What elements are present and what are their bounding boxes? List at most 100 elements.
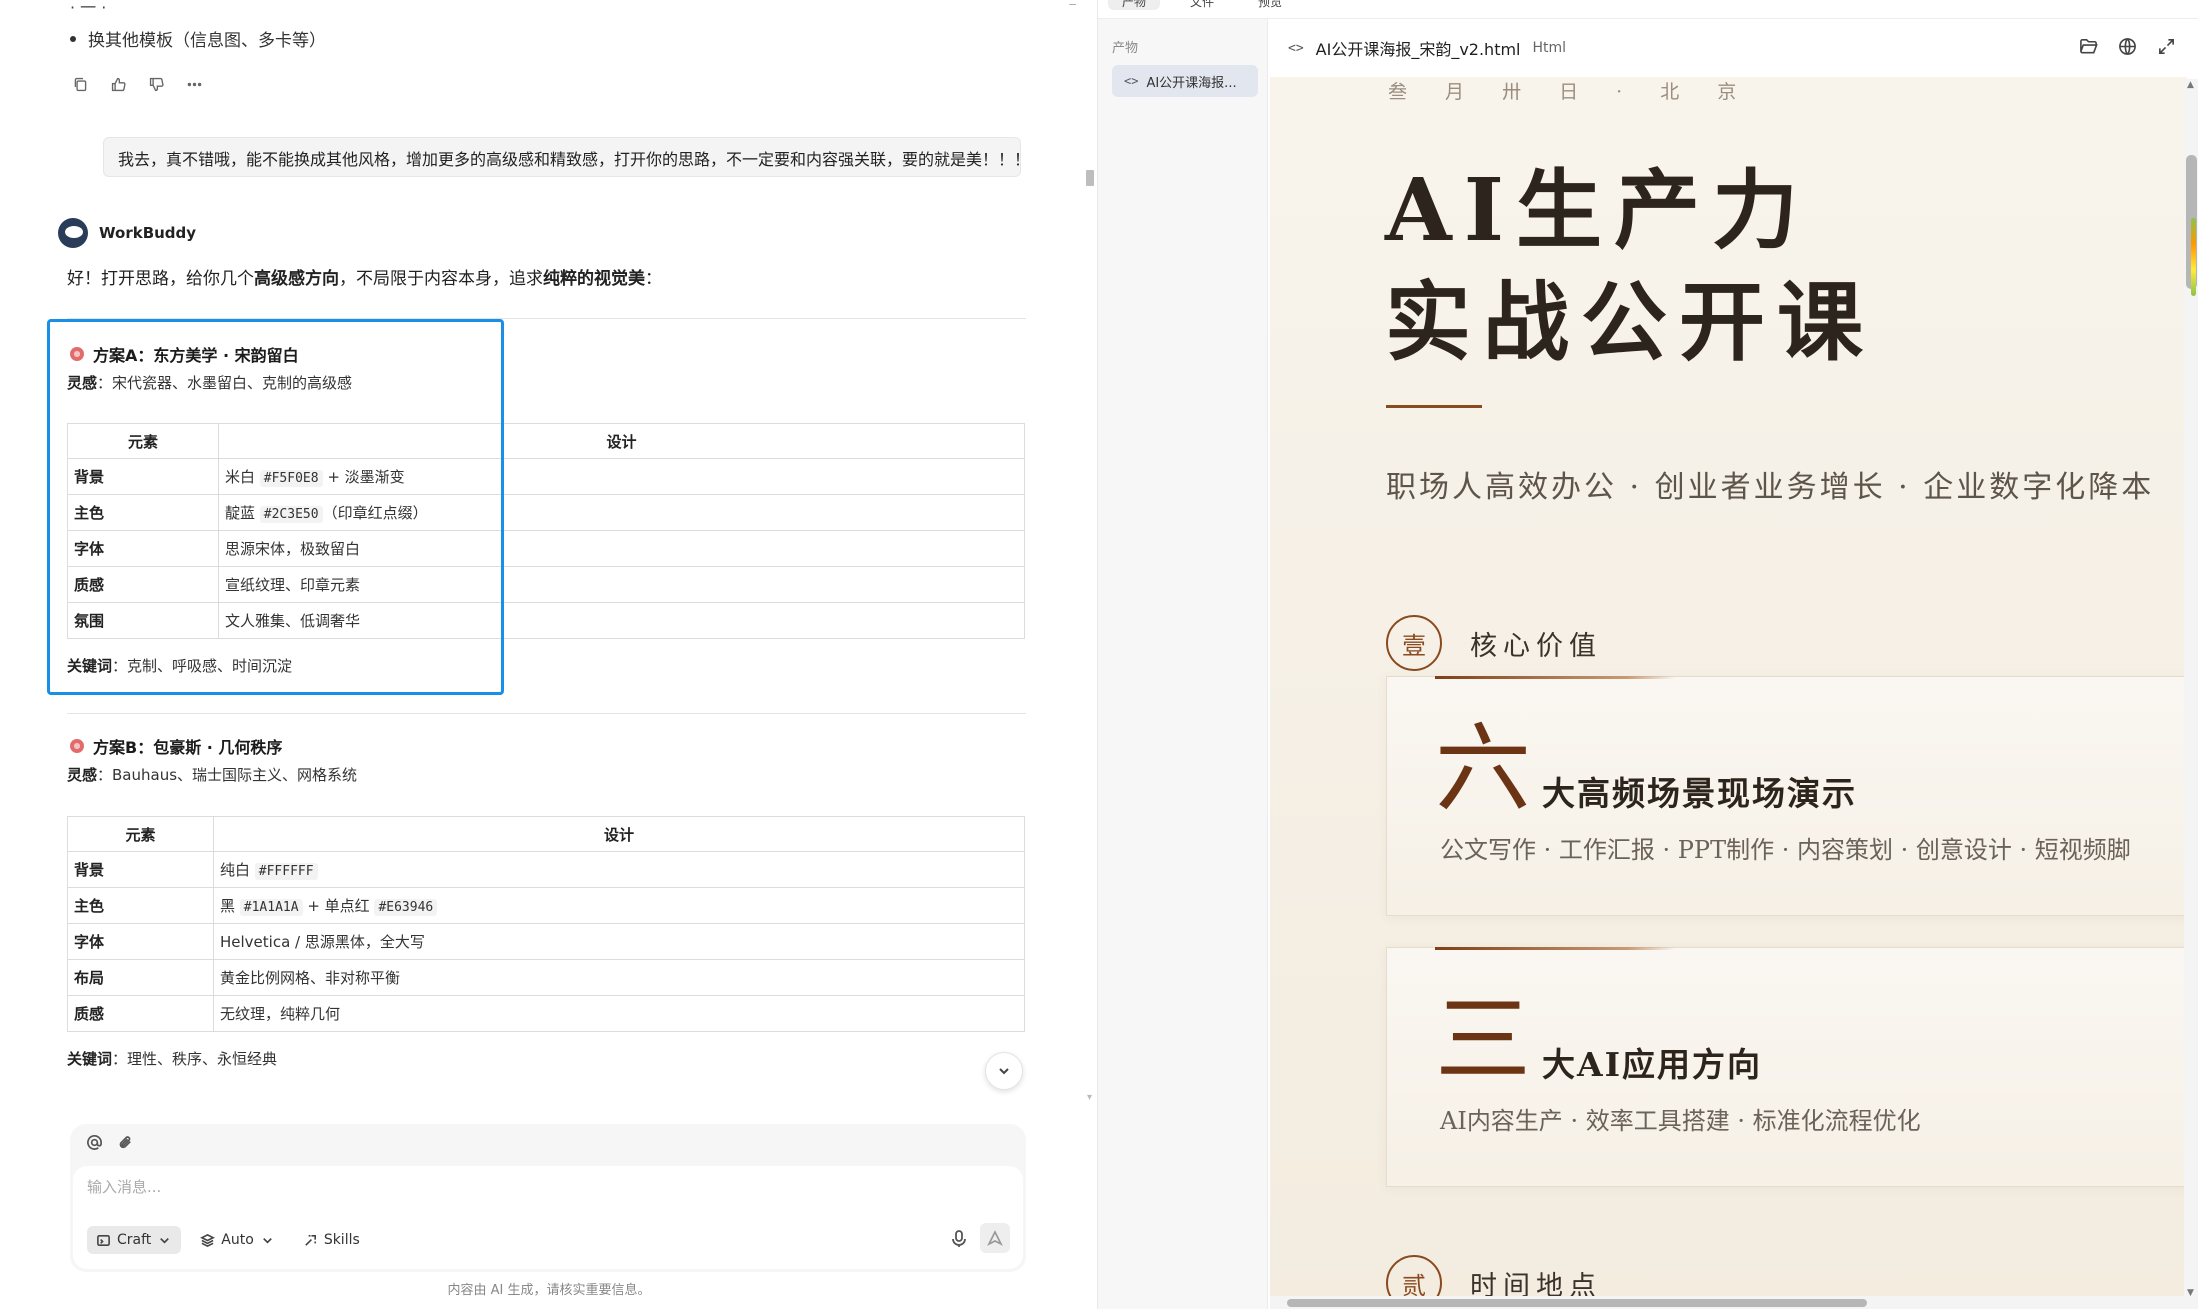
color-code: #2C3E50 [259, 506, 323, 523]
poster-title: AI生产力 实战公开课 [1385, 155, 1875, 379]
scroll-to-bottom-button[interactable] [985, 1052, 1023, 1090]
tab-artifacts[interactable]: 产物 [1108, 0, 1161, 10]
bot-name: WorkBuddy [99, 224, 197, 242]
table-cell-value: 靛蓝 #2C3E50 （印章红点缀） [218, 494, 1025, 531]
craft-mode-dropdown[interactable]: Craft [87, 1226, 182, 1254]
bot-header: WorkBuddy [58, 218, 196, 248]
chat-panel: · 一 · 换其他模板（信息图、多卡等） 我去，真不错哦，能不能换成其他风格，增… [0, 0, 1098, 1309]
keywords-text: ：理性、秩序、永恒经典 [112, 1050, 278, 1068]
attach-icon[interactable] [117, 1134, 134, 1151]
thumbs-down-icon[interactable] [146, 74, 166, 94]
poster-preview: 叁 月 卅 日 · 北 京 AI生产力 实战公开课 职场人高效办公 · 创业者业… [1270, 77, 2187, 1309]
scroll-up-arrow[interactable]: − [1068, 0, 1077, 11]
composer: Craft Auto Skills [70, 1124, 1026, 1272]
poster-date: 叁 月 卅 日 · 北 京 [1388, 81, 1753, 103]
composer-tools: Craft Auto Skills [87, 1226, 369, 1254]
composer-box: Craft Auto Skills [73, 1166, 1023, 1269]
sidebar-label: 产物 [1112, 41, 1139, 56]
mention-icon[interactable] [86, 1134, 103, 1151]
message-input[interactable] [87, 1178, 887, 1196]
poster-title-line-2: 实战公开课 [1385, 272, 1875, 373]
inspiration-label: 灵感 [67, 374, 98, 392]
card-title: 大AI应用方向 [1542, 1045, 1763, 1084]
scroll-down-arrow[interactable]: ▼ [2187, 1288, 2194, 1298]
poster-title-line-1: AI生产力 [1385, 160, 1810, 261]
section-number: 壹 [1386, 615, 1442, 671]
chevron-down-icon [999, 1068, 1009, 1075]
color-code: #FFFFFF [254, 863, 318, 880]
folder-open-icon[interactable] [2079, 37, 2098, 56]
globe-icon[interactable] [2118, 37, 2137, 56]
divider [67, 318, 1026, 319]
sidebar-item-poster[interactable]: <> AI公开课海报... [1112, 65, 1258, 97]
table-header-row: 元素 设计 [67, 816, 1025, 852]
avatar [58, 218, 88, 248]
table-cell-value: 纯白 #FFFFFF [213, 851, 1025, 888]
send-button[interactable] [980, 1223, 1010, 1253]
table-cell-key: 布局 [67, 959, 214, 996]
scroll-up-arrow[interactable]: ▲ [2187, 80, 2194, 90]
color-code: #E63946 [374, 899, 438, 916]
table-cell-key: 主色 [67, 494, 219, 531]
cell-text: 靛蓝 [225, 504, 260, 522]
table-row: 字体 思源宋体，极致留白 [67, 530, 1025, 567]
intro-text: ： [645, 269, 662, 289]
inspiration-label: 灵感 [67, 766, 98, 784]
scroll-down-arrow[interactable]: ▾ [1087, 1092, 1092, 1103]
cell-text: + 单点红 [302, 897, 375, 915]
tab-preview[interactable]: 预览 [1244, 0, 1296, 10]
plan-a-title: 方案A：东方美学 · 宋韵留白 [70, 342, 299, 366]
card-big-number: 六 [1435, 713, 1531, 825]
more-icon[interactable] [184, 74, 204, 94]
table-cell-value: 宣纸纹理、印章元素 [218, 566, 1025, 603]
skills-label: Skills [323, 1232, 360, 1248]
card-description: 公文写作 · 工作汇报 · PPT制作 · 内容策划 · 创意设计 · 短视频脚 [1440, 836, 2131, 864]
table-row: 质感 宣纸纹理、印章元素 [67, 566, 1025, 603]
color-code: #1A1A1A [239, 899, 303, 916]
copy-icon[interactable] [70, 74, 90, 94]
layers-icon [200, 1233, 216, 1247]
table-cell-value: 思源宋体，极致留白 [218, 530, 1025, 567]
window-icon [97, 1234, 110, 1246]
plan-b-title: 方案B：包豪斯 · 几何秩序 [70, 734, 282, 758]
microphone-icon[interactable] [951, 1230, 967, 1252]
list-item-text: 换其他模板（信息图、多卡等） [88, 31, 326, 51]
table-cell-key: 背景 [67, 851, 214, 888]
plan-b-inspiration: 灵感：Bauhaus、瑞士国际主义、网格系统 [67, 764, 357, 785]
plan-a-keywords: 关键词：克制、呼吸感、时间沉淀 [67, 655, 292, 676]
craft-label: Craft [117, 1232, 152, 1248]
message-actions [70, 74, 204, 94]
value-card: 六 大高频场景现场演示 公文写作 · 工作汇报 · PPT制作 · 内容策划 ·… [1386, 676, 2187, 916]
file-name: AI公开课海报_宋韵_v2.html [1315, 40, 1521, 59]
cell-text: 纯白 [220, 861, 255, 879]
flower-icon [70, 347, 84, 361]
table-row: 背景 米白 #F5F0E8 + 淡墨渐变 [67, 458, 1025, 495]
section-core-value: 壹 核心价值 [1386, 615, 1602, 671]
model-dropdown[interactable]: Auto [191, 1226, 284, 1254]
thumbs-up-icon[interactable] [108, 74, 128, 94]
previous-text-cut: · 一 · [70, 0, 107, 17]
table-cell-value: 黑 #1A1A1A + 单点红 #E63946 [213, 887, 1025, 924]
minimap-indicator [2191, 218, 2196, 296]
composer-toolbar [86, 1134, 134, 1151]
expand-icon[interactable] [2157, 37, 2176, 56]
chevron-down-icon [160, 1237, 170, 1244]
scrollbar-thumb[interactable] [1086, 170, 1094, 186]
table-row: 氛围 文人雅集、低调奢华 [67, 602, 1025, 639]
artifact-sidebar: 产物 <> AI公开课海报... [1098, 19, 1268, 1309]
table-row: 质感 无纹理，纯粹几何 [67, 995, 1025, 1032]
table-cell-value: 米白 #F5F0E8 + 淡墨渐变 [218, 458, 1025, 495]
keywords-label: 关键词 [67, 1050, 113, 1068]
table-header: 元素 [67, 816, 214, 852]
skills-button[interactable]: Skills [294, 1226, 369, 1254]
tab-files[interactable]: 文件 [1176, 0, 1228, 10]
intro-text: ，不局限于内容本身，追求 [339, 269, 543, 289]
table-header: 设计 [213, 816, 1025, 852]
plan-a-inspiration: 灵感：宋代瓷器、水墨留白、克制的高级感 [67, 372, 352, 393]
code-icon: <> [1288, 40, 1304, 56]
keywords-text: ：克制、呼吸感、时间沉淀 [112, 657, 293, 675]
table-header-row: 元素 设计 [67, 423, 1025, 459]
plan-a-table: 元素 设计 背景 米白 #F5F0E8 + 淡墨渐变 主色 靛蓝 #2C3E50 （印… [67, 423, 1025, 639]
table-header: 元素 [67, 423, 219, 459]
scrollbar-thumb[interactable] [1287, 1299, 1867, 1307]
